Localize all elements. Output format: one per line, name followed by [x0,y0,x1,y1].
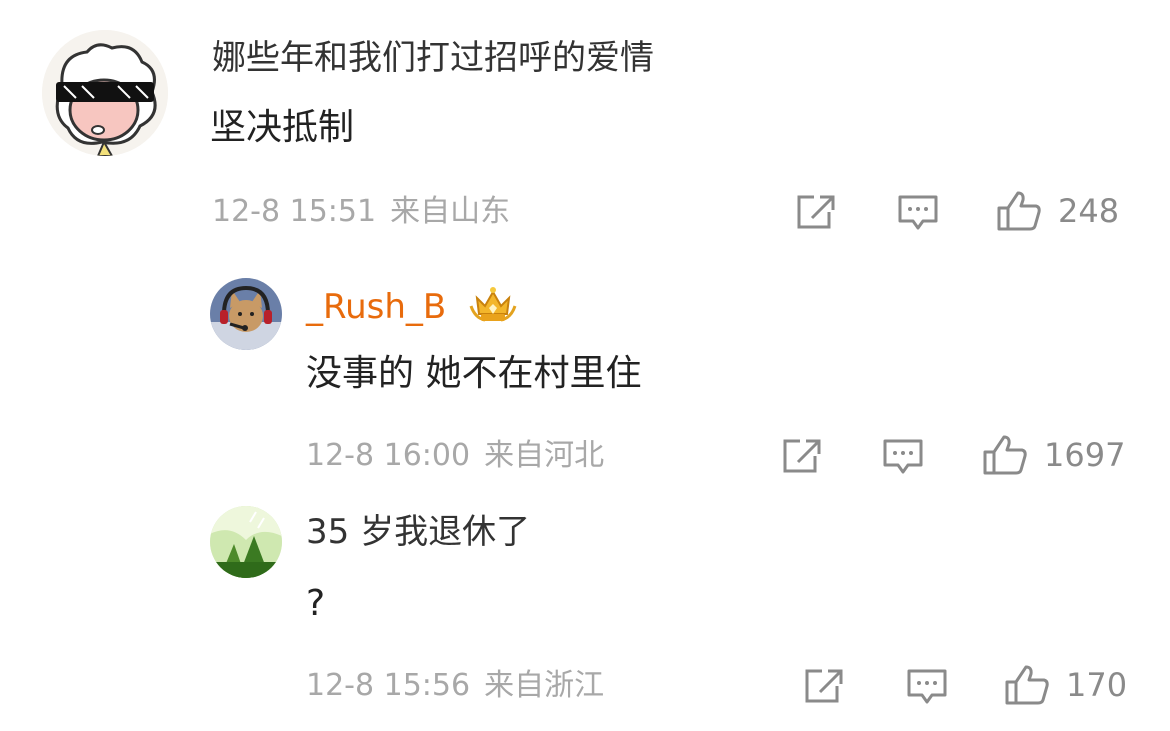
comment-bubble-icon [898,195,938,230]
comment-username[interactable]: 娜些年和我们打过招呼的爱情 [212,38,654,78]
comment-text: 没事的 她不在村里住 [306,353,642,394]
user-avatar[interactable] [210,506,282,578]
reply-button[interactable] [906,668,948,706]
like-button[interactable]: 248 [996,190,1119,232]
comment-meta: 12-8 15:51 来自山东 [212,194,510,230]
reply-button[interactable] [882,438,924,476]
like-count: 248 [1058,192,1120,230]
share-icon [783,439,821,473]
share-icon [797,195,835,229]
comment-meta: 12-8 16:00 来自河北 [306,438,604,474]
comment-time: 12-8 15:56 [306,668,471,703]
comment-time: 12-8 16:00 [306,438,471,473]
comment-bubble-icon [883,439,923,474]
share-button[interactable] [804,668,844,704]
comment-location: 来自河北 [484,438,605,473]
comment-text: 坚决抵制 [210,107,355,148]
share-icon [805,669,843,703]
thumbs-up-icon [1005,665,1049,705]
comment-location: 来自浙江 [484,668,605,703]
comment-username[interactable]: _Rush_B [306,284,519,333]
user-avatar[interactable] [210,278,282,350]
username-text[interactable]: _Rush_B [306,287,446,327]
comment-meta: 12-8 15:56 来自浙江 [306,668,604,704]
comment-bubble-icon [907,669,947,704]
share-button[interactable] [782,438,822,474]
comment-username[interactable]: 35 岁我退休了 [306,512,530,552]
reply-button[interactable] [897,194,939,232]
like-button[interactable]: 170 [1004,664,1127,706]
thumbs-up-icon [997,191,1041,231]
thumbs-up-icon [983,435,1027,475]
like-count: 1697 [1044,436,1126,474]
comment-text: ? [306,583,326,624]
like-button[interactable]: 1697 [982,434,1125,476]
user-avatar[interactable] [42,30,168,156]
comment-location: 来自山东 [390,194,511,229]
like-count: 170 [1066,666,1128,704]
gold-crown-badge-icon[interactable] [467,284,519,333]
share-button[interactable] [796,194,836,230]
comment-time: 12-8 15:51 [212,194,377,229]
